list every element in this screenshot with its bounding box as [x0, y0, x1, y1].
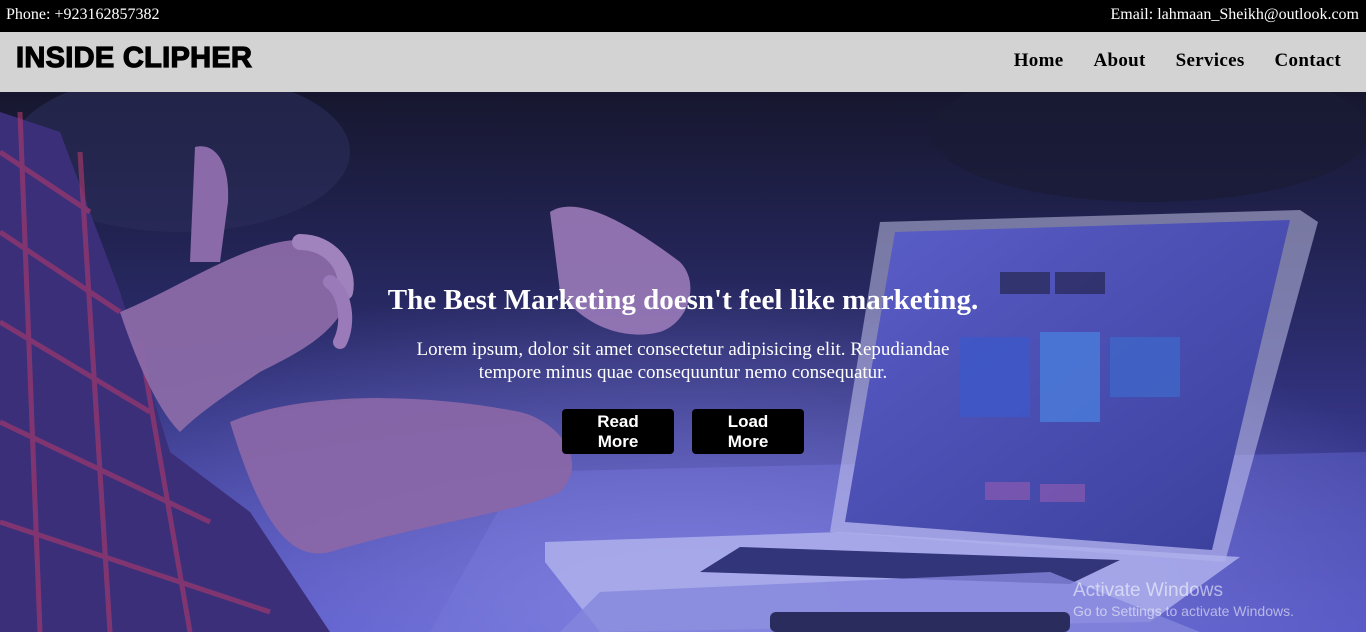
nav-link-contact[interactable]: Contact: [1275, 50, 1341, 72]
main-nav: Home About Services Contact: [984, 50, 1341, 72]
top-info-bar: Phone: +923162857382 Email: lahmaan_Shei…: [0, 0, 1366, 32]
hero-section: The Best Marketing doesn't feel like mar…: [0, 92, 1366, 632]
hero-buttons: Read More Load More: [562, 409, 822, 454]
hero-title: The Best Marketing doesn't feel like mar…: [387, 284, 979, 316]
load-more-button[interactable]: Load More: [692, 409, 804, 454]
watermark-line-1: Activate Windows: [1073, 580, 1223, 601]
nav-link-home[interactable]: Home: [1014, 50, 1064, 72]
email-address: Email: lahmaan_Sheikh@outlook.com: [1110, 6, 1359, 23]
site-logo[interactable]: INSIDE CLIPHER: [15, 41, 252, 75]
hero-description: Lorem ipsum, dolor sit amet consectetur …: [416, 339, 950, 383]
windows-activation-watermark: Activate Windows Go to Settings to activ…: [1073, 580, 1294, 619]
hero-content: The Best Marketing doesn't feel like mar…: [0, 92, 1366, 632]
phone-number: Phone: +923162857382: [6, 6, 160, 23]
navbar: INSIDE CLIPHER Home About Services Conta…: [0, 32, 1366, 92]
read-more-button[interactable]: Read More: [562, 409, 674, 454]
nav-link-about[interactable]: About: [1093, 50, 1145, 72]
watermark-line-2: Go to Settings to activate Windows.: [1073, 603, 1294, 619]
nav-link-services[interactable]: Services: [1176, 50, 1245, 72]
